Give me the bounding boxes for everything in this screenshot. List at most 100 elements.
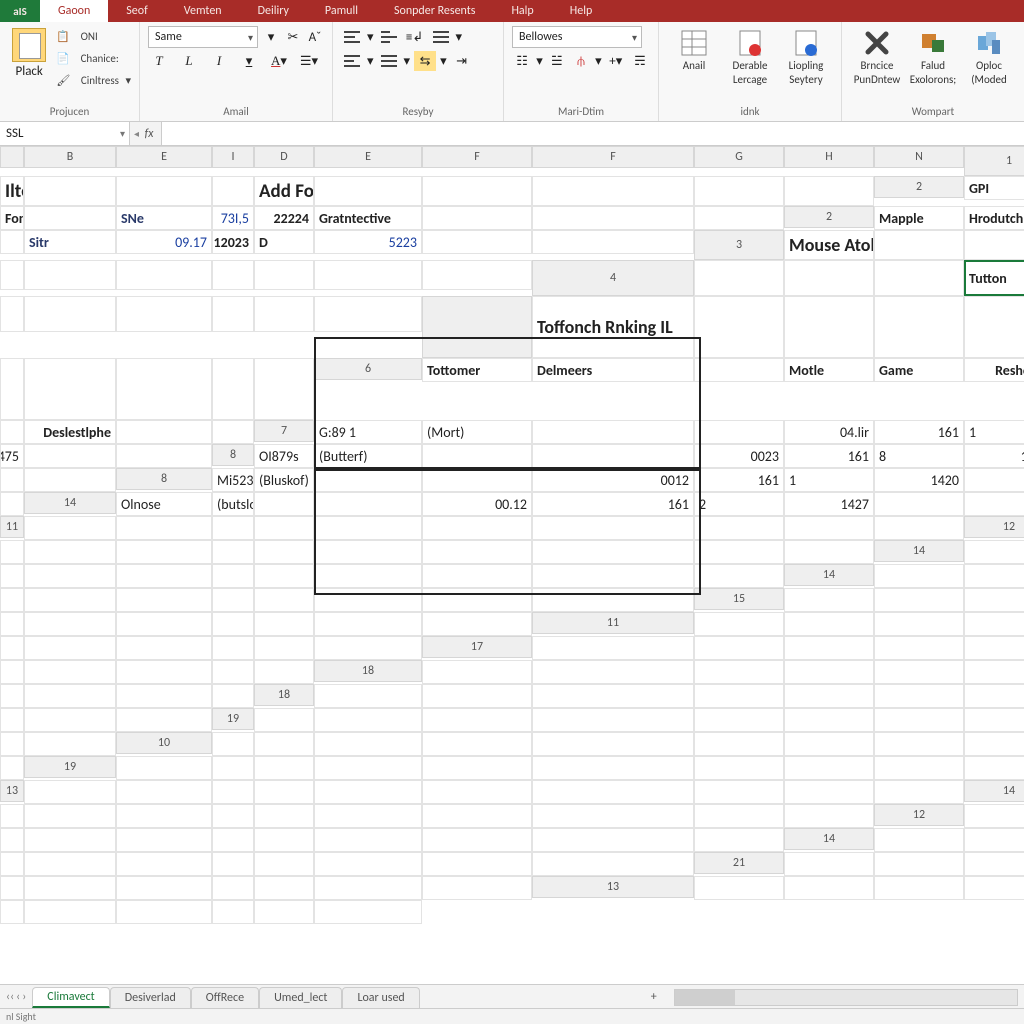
cell[interactable] — [254, 756, 314, 780]
cell[interactable] — [532, 444, 694, 468]
cell[interactable] — [874, 708, 964, 732]
cell[interactable] — [314, 468, 422, 492]
cell[interactable] — [874, 876, 964, 900]
cell[interactable] — [0, 732, 24, 756]
cell[interactable] — [964, 804, 1024, 828]
column-header[interactable]: F — [532, 146, 694, 168]
big-button[interactable]: Oploc (Moded — [962, 26, 1016, 105]
decrease-decimal-icon[interactable]: ☴ — [630, 51, 650, 71]
cell[interactable]: Mapple — [874, 206, 964, 230]
ribbon-tab[interactable]: Sonpder Resents — [376, 0, 493, 22]
cell[interactable] — [964, 636, 1024, 660]
cell[interactable] — [116, 804, 212, 828]
cell[interactable] — [0, 828, 24, 852]
ribbon-tab[interactable]: Gaoon — [40, 0, 108, 22]
quick-access-toolbar[interactable]: aIS — [0, 0, 40, 22]
cell[interactable]: 5223 — [314, 230, 422, 254]
cell[interactable] — [532, 420, 694, 444]
cut-icon[interactable]: ✂ — [284, 28, 302, 46]
cell[interactable] — [964, 564, 1024, 588]
cell[interactable] — [422, 756, 532, 780]
cell[interactable] — [422, 588, 532, 612]
row-header[interactable]: 14 — [24, 492, 116, 514]
cell[interactable] — [212, 540, 254, 564]
row-header[interactable] — [422, 296, 532, 358]
cell[interactable] — [314, 540, 422, 564]
row-header[interactable]: 2 — [874, 176, 964, 198]
cell[interactable] — [0, 900, 24, 924]
select-all[interactable] — [0, 146, 24, 168]
big-button[interactable]: Liopling Seytery — [779, 26, 833, 105]
cell[interactable]: 12023 — [212, 230, 254, 254]
column-header[interactable]: H — [784, 146, 874, 168]
cell[interactable] — [116, 900, 212, 924]
row-header[interactable]: 13 — [0, 780, 24, 802]
cell[interactable] — [24, 564, 116, 588]
ribbon-tab[interactable]: Deiliry — [240, 0, 307, 22]
increase-decimal-icon[interactable]: +▾ — [606, 51, 626, 71]
cell[interactable] — [0, 564, 24, 588]
cell[interactable] — [532, 636, 694, 660]
cell[interactable] — [422, 612, 532, 636]
cell[interactable] — [694, 420, 784, 444]
column-header[interactable]: N — [874, 146, 964, 168]
underline-button[interactable]: ▾ — [238, 51, 260, 71]
cell[interactable] — [24, 260, 116, 290]
cell[interactable] — [314, 492, 422, 516]
cell[interactable] — [0, 612, 24, 636]
add-sheet-button[interactable]: + — [640, 985, 668, 1008]
cell[interactable] — [964, 468, 1024, 492]
column-header[interactable]: D — [254, 146, 314, 168]
cell[interactable] — [314, 732, 422, 756]
cell[interactable] — [964, 684, 1024, 708]
cell[interactable]: Reshotial — [964, 358, 1024, 382]
cell[interactable] — [694, 636, 784, 660]
cell[interactable] — [874, 588, 964, 612]
cell[interactable]: G:89 1 — [314, 420, 422, 444]
cell[interactable] — [24, 358, 116, 420]
comma-icon[interactable]: ⫛ — [571, 51, 591, 71]
cell[interactable] — [314, 612, 422, 636]
cell[interactable] — [874, 780, 964, 804]
cell[interactable] — [24, 612, 116, 636]
cell[interactable] — [784, 876, 874, 900]
cell[interactable] — [0, 260, 24, 290]
row-header[interactable]: 19 — [24, 756, 116, 778]
cell[interactable] — [254, 260, 314, 290]
cell[interactable] — [254, 492, 314, 516]
cell[interactable] — [784, 176, 874, 206]
cell[interactable] — [422, 804, 532, 828]
cell[interactable] — [532, 230, 694, 254]
cell[interactable] — [694, 564, 784, 588]
cell[interactable] — [212, 612, 254, 636]
big-button[interactable]: Anail — [667, 26, 721, 105]
cell[interactable] — [422, 780, 532, 804]
cell[interactable] — [964, 230, 1024, 260]
cell[interactable] — [212, 756, 254, 780]
cell[interactable] — [212, 780, 254, 804]
cell[interactable] — [212, 804, 254, 828]
cell[interactable] — [874, 732, 964, 756]
cell[interactable]: 161 — [874, 420, 964, 444]
cell[interactable] — [314, 780, 422, 804]
cell[interactable] — [532, 780, 694, 804]
cell[interactable] — [694, 296, 784, 358]
column-header[interactable]: B — [24, 146, 116, 168]
number-format-select[interactable]: Bellowes — [512, 26, 642, 48]
format-painter-icon[interactable]: 🖌 — [56, 75, 70, 87]
cell[interactable] — [784, 296, 874, 358]
align-top-icon[interactable] — [341, 27, 363, 47]
cell[interactable] — [874, 230, 964, 260]
cell[interactable] — [212, 876, 254, 900]
cell[interactable]: Olnose — [116, 492, 212, 516]
cell[interactable] — [422, 828, 532, 852]
cell[interactable] — [314, 804, 422, 828]
column-header[interactable]: G — [694, 146, 784, 168]
cell[interactable] — [874, 564, 964, 588]
cell[interactable] — [784, 516, 874, 540]
cell[interactable] — [116, 564, 212, 588]
cell[interactable] — [784, 852, 874, 876]
cell[interactable]: SNe — [116, 206, 212, 230]
row-header[interactable]: 12 — [874, 804, 964, 826]
cell[interactable] — [24, 804, 116, 828]
